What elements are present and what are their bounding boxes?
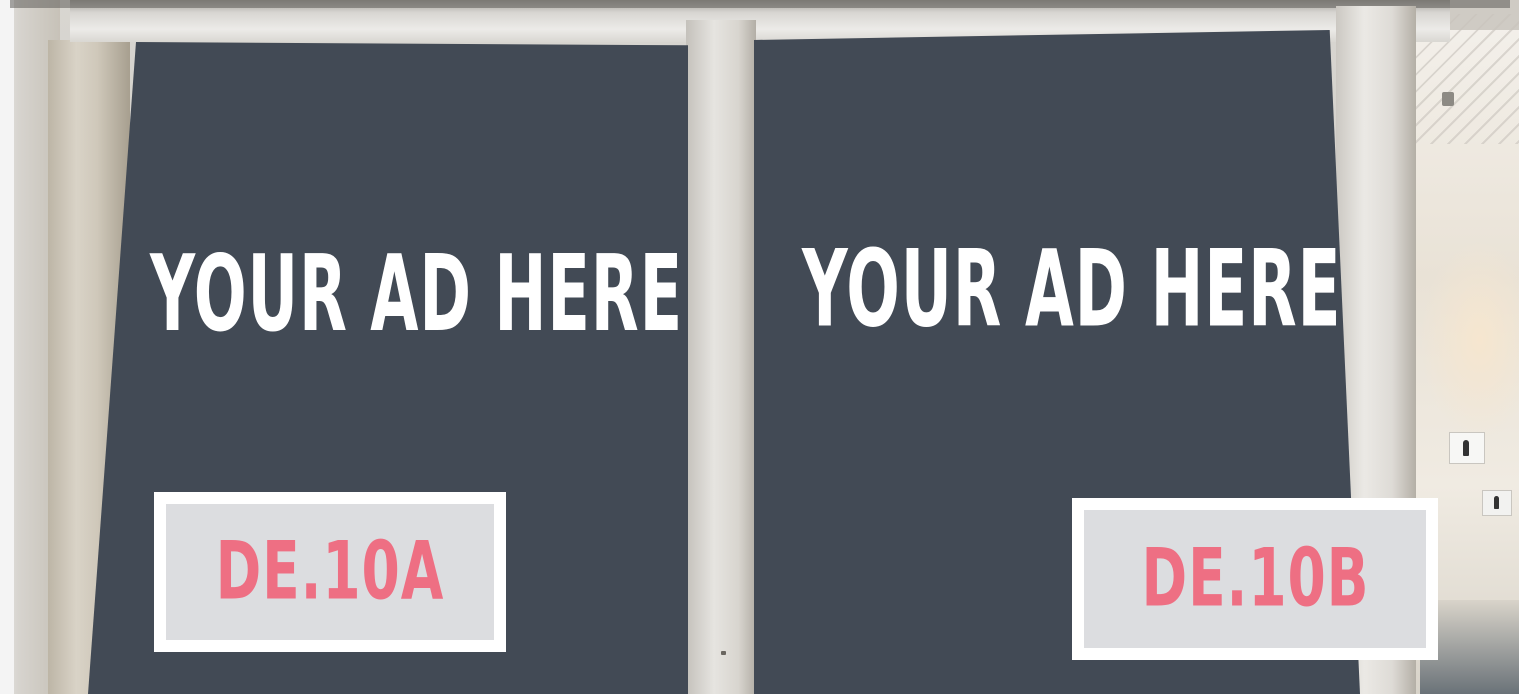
top-shadow bbox=[10, 0, 1510, 8]
wall-light-glow bbox=[1420, 240, 1519, 440]
restroom-figure-icon bbox=[1494, 496, 1499, 509]
billboard-a-code-box: DE.10A bbox=[166, 504, 494, 640]
billboard-a-code-tag: DE.10A bbox=[154, 492, 506, 652]
billboard-b-code: DE.10B bbox=[1141, 532, 1369, 626]
billboard-b-headline: YOUR AD HERE bbox=[802, 226, 1342, 351]
billboard-b-code-box: DE.10B bbox=[1084, 510, 1426, 648]
center-pillar bbox=[686, 20, 756, 694]
billboard-a-headline: YOUR AD HERE bbox=[150, 232, 683, 355]
restroom-figure-icon bbox=[1463, 440, 1469, 456]
photo-scene: YOUR AD HERE YOUR AD HERE DE.10A DE.10B bbox=[0, 0, 1519, 694]
spotlight-icon bbox=[1442, 92, 1454, 106]
billboard-a-code: DE.10A bbox=[215, 525, 445, 619]
left-edge bbox=[0, 0, 14, 694]
pillar-bolt bbox=[721, 651, 726, 655]
billboard-b-code-tag: DE.10B bbox=[1072, 498, 1438, 660]
